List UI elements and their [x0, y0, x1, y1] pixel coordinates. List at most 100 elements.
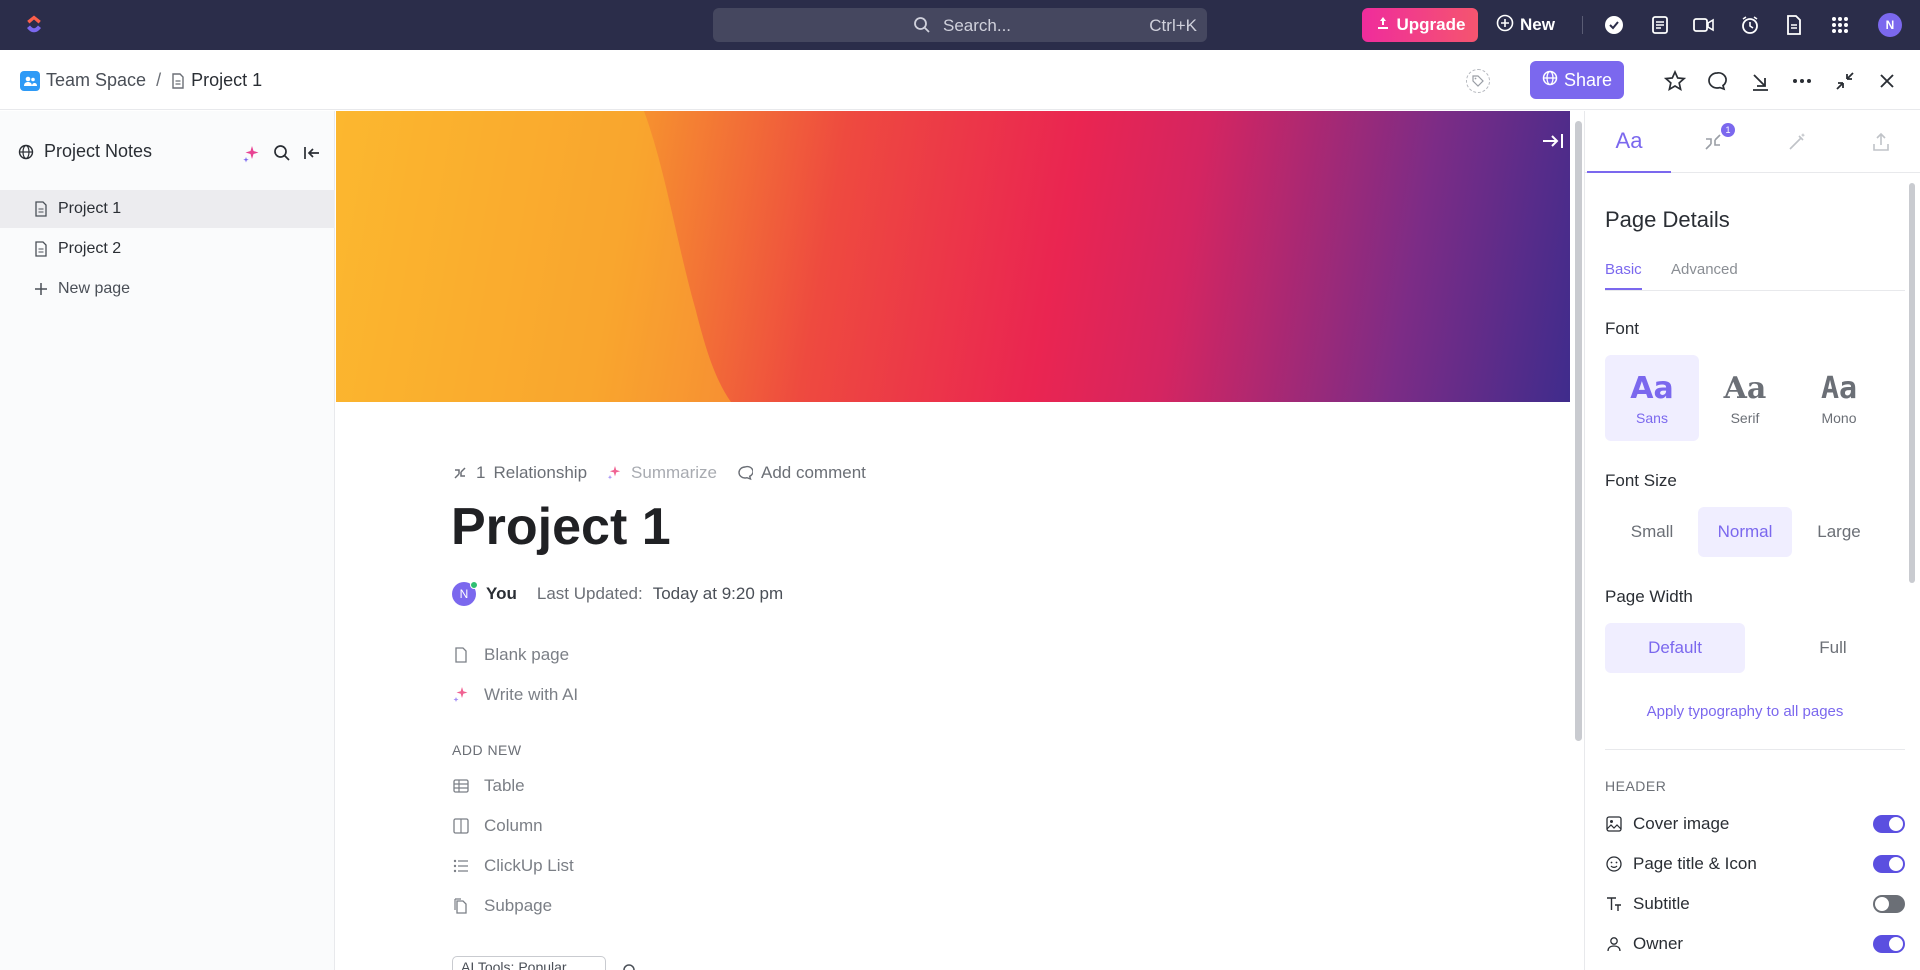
tab-typography[interactable]: Aa [1587, 111, 1671, 173]
share-label: Share [1563, 69, 1613, 90]
tab-relationships[interactable]: 1 [1671, 111, 1755, 173]
page-width-default[interactable]: Default [1605, 623, 1745, 673]
plus-circle-icon [1496, 14, 1514, 37]
tag-icon[interactable] [1466, 69, 1490, 93]
more-options-icon[interactable] [1789, 68, 1815, 94]
check-circle-icon[interactable] [1602, 13, 1626, 37]
cover-image-toggle[interactable] [1873, 815, 1905, 833]
font-name: Sans [1636, 409, 1668, 426]
globe-icon [1542, 70, 1558, 91]
owner-toggle[interactable] [1873, 935, 1905, 953]
owner-name: You [486, 584, 517, 603]
summarize-button[interactable]: Summarize [631, 463, 717, 483]
owner-avatar[interactable]: N [452, 581, 478, 606]
upgrade-button[interactable]: Upgrade [1362, 8, 1478, 42]
add-column-label: Column [484, 816, 543, 835]
subtab-advanced[interactable]: Advanced [1671, 261, 1738, 288]
image-icon [1605, 815, 1623, 833]
collapse-arrows-icon[interactable] [1832, 68, 1858, 94]
font-option-sans[interactable]: Aa Sans [1605, 355, 1699, 441]
search-icon [913, 16, 931, 39]
sidebar-item-label: Project 1 [58, 200, 122, 217]
sidebar-header: Project Notes [18, 141, 152, 162]
font-sample: Aa [1630, 370, 1674, 406]
download-icon[interactable] [1747, 68, 1773, 94]
write-with-ai-label: Write with AI [484, 685, 579, 704]
panel-scrollbar[interactable] [1909, 183, 1917, 583]
video-icon[interactable] [1692, 13, 1716, 37]
blank-page-label: Blank page [484, 645, 570, 664]
page-width-heading: Page Width [1605, 587, 1693, 606]
subtitle-text-icon [1605, 895, 1623, 913]
owner-label: Owner [1633, 934, 1684, 953]
sidebar-search-icon[interactable] [273, 144, 291, 167]
relationship-label[interactable]: Relationship [493, 463, 587, 483]
font-name: Mono [1821, 409, 1857, 426]
last-updated-value: Today at 9:20 pm [652, 584, 784, 603]
list-icon [452, 857, 470, 875]
new-page-button[interactable]: New page [0, 270, 335, 308]
cover-image[interactable] [336, 111, 1570, 402]
blank-page-option[interactable]: Blank page [452, 645, 569, 665]
comment-icon [737, 465, 753, 481]
owner-setting: Owner [1605, 931, 1905, 957]
search-bar[interactable]: Search... Ctrl+K [713, 8, 1207, 42]
collapse-panel-icon[interactable] [1541, 131, 1565, 157]
alarm-clock-icon[interactable] [1738, 13, 1762, 37]
owner-row: N You Last Updated: Today at 9:20 pm [452, 581, 784, 606]
font-option-mono[interactable]: Aa Mono [1792, 355, 1886, 441]
sidebar-title: Project Notes [44, 141, 153, 161]
share-button[interactable]: Share [1530, 61, 1624, 99]
search-shortcut: Ctrl+K [1149, 16, 1197, 35]
upload-icon [1871, 132, 1891, 152]
star-icon[interactable] [1662, 68, 1688, 94]
font-size-small[interactable]: Small [1605, 507, 1699, 557]
ai-tools-search-icon[interactable] [622, 960, 638, 970]
column-icon [452, 817, 470, 835]
subtab-basic[interactable]: Basic [1605, 261, 1642, 290]
page-width-full[interactable]: Full [1763, 623, 1903, 673]
add-new-heading: ADD NEW [452, 742, 522, 758]
add-comment-button[interactable]: Add comment [761, 463, 866, 483]
add-subpage-option[interactable]: Subpage [452, 896, 552, 916]
apps-grid-icon[interactable] [1828, 13, 1852, 37]
add-column-option[interactable]: Column [452, 816, 543, 836]
tab-ai-magic[interactable] [1755, 111, 1839, 173]
subtitle-toggle[interactable] [1873, 895, 1905, 913]
page-title[interactable]: Project 1 [451, 497, 671, 557]
plus-icon [34, 282, 48, 296]
breadcrumb-page[interactable]: Project 1 [191, 70, 262, 91]
ai-sparkle-icon[interactable] [242, 144, 262, 169]
subtab-divider [1605, 290, 1905, 291]
collapse-sidebar-icon[interactable] [303, 144, 321, 167]
font-size-large[interactable]: Large [1792, 507, 1886, 557]
page-title-icon-toggle[interactable] [1873, 855, 1905, 873]
main-scrollbar-thumb[interactable] [1575, 121, 1582, 741]
add-table-option[interactable]: Table [452, 776, 525, 796]
notepad-icon[interactable] [1648, 13, 1672, 37]
sidebar-item-project-2[interactable]: Project 2 [0, 230, 335, 268]
clickup-logo-icon[interactable] [22, 13, 46, 37]
magic-wand-icon [1787, 132, 1807, 152]
breadcrumb-space[interactable]: Team Space [46, 70, 146, 91]
comment-icon[interactable] [1704, 68, 1730, 94]
add-clickup-list-option[interactable]: ClickUp List [452, 856, 574, 876]
write-with-ai-option[interactable]: Write with AI [452, 685, 578, 705]
panel-scrollbar-thumb[interactable] [1909, 183, 1915, 583]
new-label: New [1520, 15, 1555, 34]
apply-typography-link[interactable]: Apply typography to all pages [1585, 703, 1905, 720]
ai-tools-dropdown[interactable]: AI Tools: Popular [452, 956, 606, 970]
close-icon[interactable] [1874, 68, 1900, 94]
user-avatar[interactable]: N [1878, 13, 1902, 37]
font-size-normal[interactable]: Normal [1698, 507, 1792, 557]
new-button[interactable]: New [1496, 8, 1555, 42]
panel-title: Page Details [1605, 207, 1730, 232]
relationship-count[interactable]: 1 [476, 463, 485, 483]
font-option-serif[interactable]: Aa Serif [1698, 355, 1792, 441]
tab-export[interactable] [1839, 111, 1920, 173]
subpage-icon [452, 897, 470, 915]
document-icon[interactable] [1782, 13, 1806, 37]
sidebar-item-project-1[interactable]: Project 1 [0, 190, 335, 228]
main-scrollbar[interactable] [1573, 111, 1583, 970]
typography-tab-label: Aa [1615, 128, 1643, 153]
